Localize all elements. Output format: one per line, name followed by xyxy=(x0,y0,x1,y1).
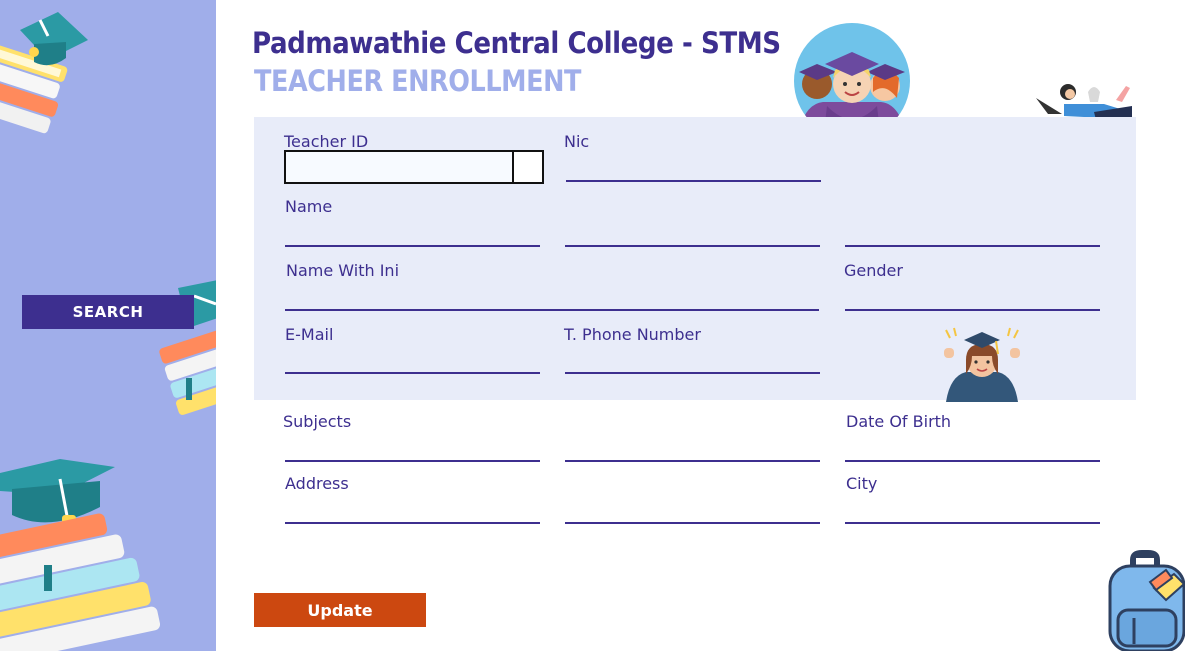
email-label: E-Mail xyxy=(285,325,334,344)
search-button[interactable]: SEARCH xyxy=(22,295,194,329)
email-input[interactable] xyxy=(285,348,540,374)
address-line2-input[interactable] xyxy=(565,498,820,524)
teacher-id-field xyxy=(284,150,544,184)
dob-label: Date Of Birth xyxy=(846,412,952,431)
nic-label: Nic xyxy=(564,132,590,151)
city-input[interactable] xyxy=(845,498,1100,524)
phone-input[interactable] xyxy=(565,348,820,374)
name-first-input[interactable] xyxy=(285,221,540,247)
books-graduation-cap-icon xyxy=(0,12,88,134)
gender-input[interactable] xyxy=(845,285,1100,311)
dob-input[interactable] xyxy=(845,436,1100,462)
city-label: City xyxy=(846,474,878,493)
name-middle-input[interactable] xyxy=(565,221,820,247)
backpack-icon xyxy=(1108,550,1185,651)
sidebar: SEARCH xyxy=(0,0,216,651)
subjects-input-1[interactable] xyxy=(285,436,540,462)
subjects-input-2[interactable] xyxy=(565,436,820,462)
teacher-id-lookup-button[interactable] xyxy=(514,152,542,182)
nic-input[interactable] xyxy=(566,156,821,182)
girl-laptop-icon xyxy=(1036,84,1132,120)
page-title: Padmawathie Central College - STMS xyxy=(252,26,781,60)
books-graduation-cap-icon xyxy=(0,459,160,651)
teacher-id-label: Teacher ID xyxy=(284,132,369,151)
name-with-ini-input[interactable] xyxy=(285,285,819,311)
name-label: Name xyxy=(285,197,333,216)
name-with-ini-label: Name With Ini xyxy=(286,261,400,280)
update-button[interactable]: Update xyxy=(254,593,426,627)
name-last-input[interactable] xyxy=(845,221,1100,247)
gender-label: Gender xyxy=(844,261,903,280)
subjects-label: Subjects xyxy=(283,412,352,431)
graduate-girl-icon xyxy=(944,327,1020,402)
address-line1-input[interactable] xyxy=(285,498,540,524)
teacher-id-input[interactable] xyxy=(286,152,514,182)
address-label: Address xyxy=(285,474,349,493)
phone-label: T. Phone Number xyxy=(564,325,701,344)
page-subtitle: TEACHER ENROLLMENT xyxy=(254,64,581,98)
